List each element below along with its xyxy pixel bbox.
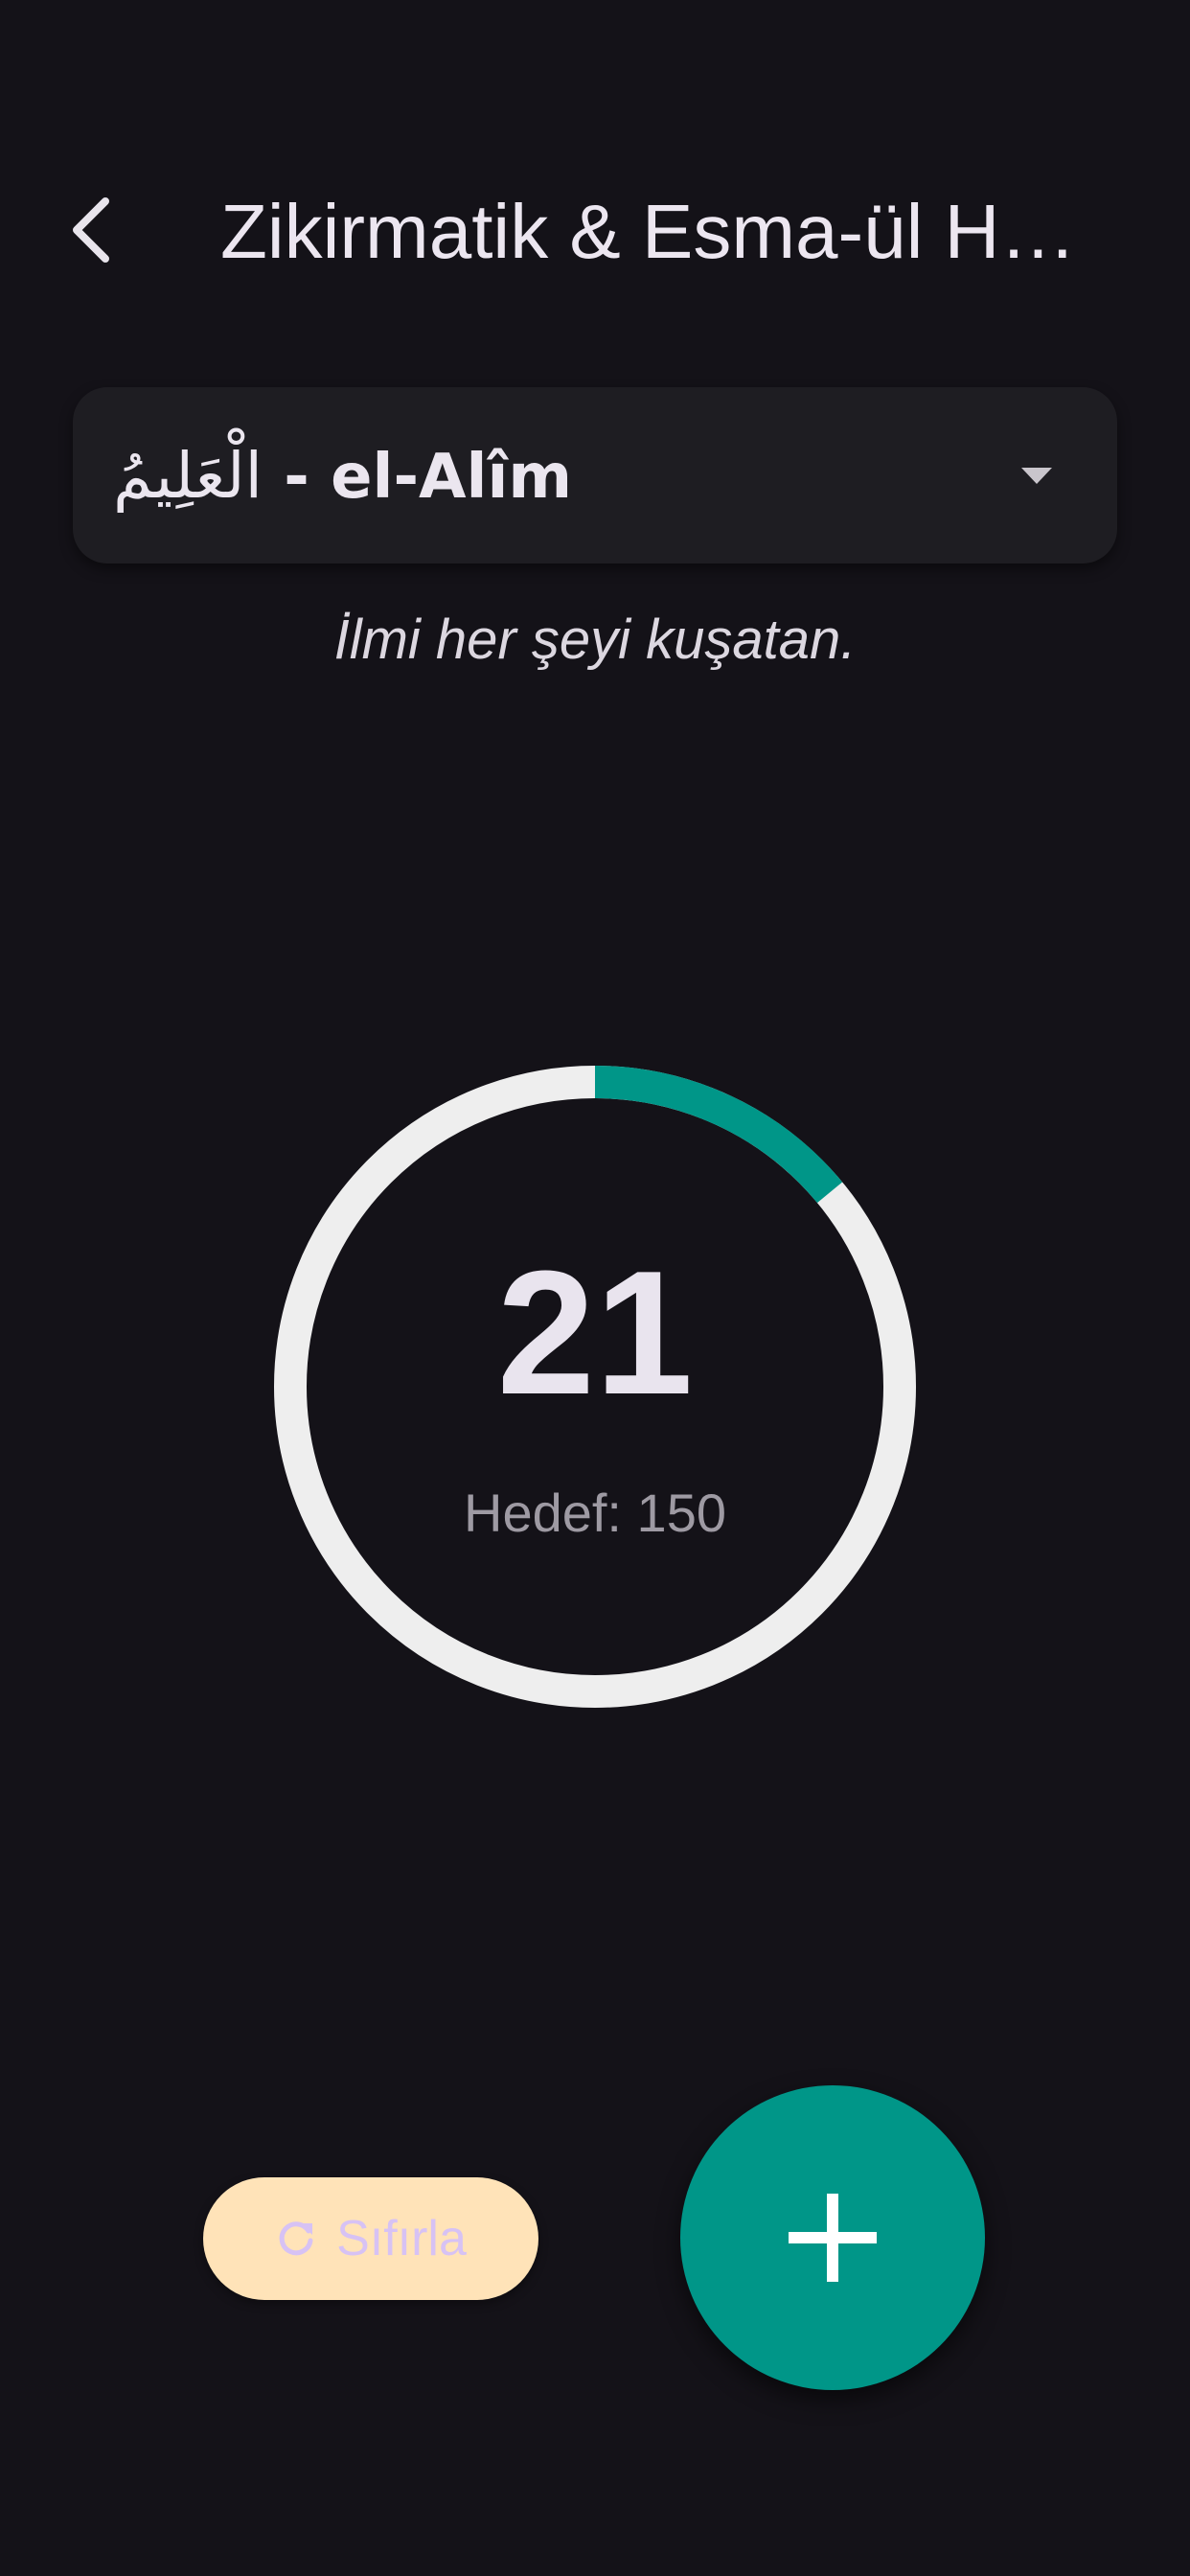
name-meaning: İlmi her şeyi kuşatan. (333, 609, 857, 671)
back-button[interactable] (44, 182, 140, 278)
plus-icon (789, 2194, 877, 2282)
chevron-left-icon (73, 197, 109, 263)
app-bar: Zikirmatik & Esma-ül Hüsna (0, 153, 1190, 307)
selected-name-label: الْعَلِيمُ - el-Alîm (113, 439, 572, 513)
esma-name-dropdown[interactable]: الْعَلِيمُ - el-Alîm (73, 387, 1117, 564)
arabic-name: الْعَلِيمُ (113, 438, 263, 513)
reset-button[interactable]: Sıfırla (203, 2177, 538, 2300)
target-label: Hedef: 150 (464, 1483, 726, 1543)
reset-label: Sıfırla (336, 2211, 467, 2266)
page-title: Zikirmatik & Esma-ül Hüsna (220, 189, 1111, 274)
increment-button[interactable] (680, 2085, 985, 2390)
caret-down-icon (1021, 468, 1052, 484)
refresh-icon (279, 2221, 313, 2256)
count-value: 21 (496, 1233, 694, 1431)
latin-name: el-Alîm (331, 441, 573, 513)
name-separator: - (262, 441, 332, 513)
